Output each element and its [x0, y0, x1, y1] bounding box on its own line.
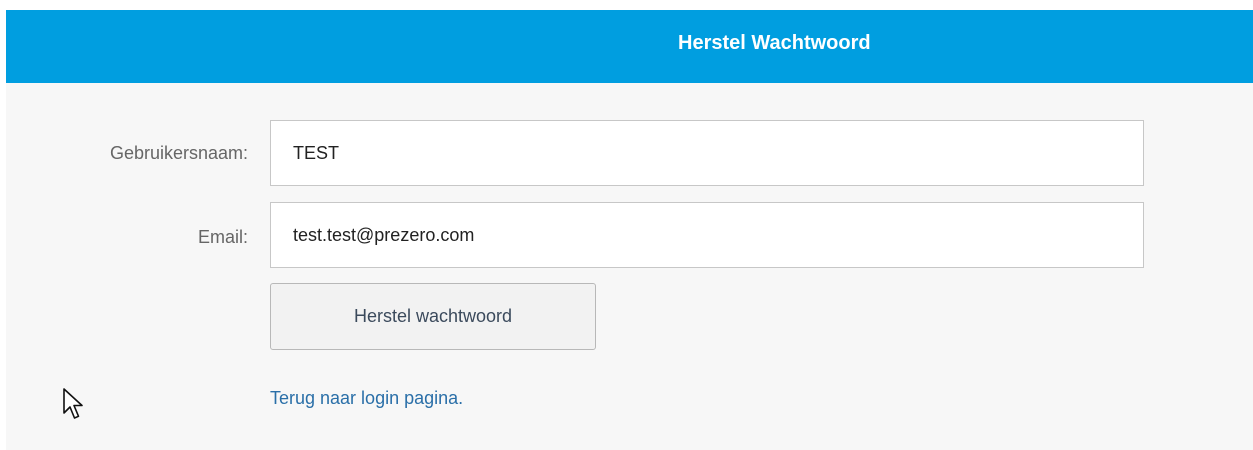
email-input[interactable]	[270, 202, 1144, 268]
username-label: Gebruikersnaam:	[109, 143, 248, 163]
page-header: Herstel Wachtwoord	[6, 10, 1253, 83]
email-label: Email:	[197, 227, 248, 247]
back-to-login-link[interactable]: Terug naar login pagina.	[270, 388, 463, 409]
username-input[interactable]	[270, 120, 1144, 186]
mouse-pointer-icon	[63, 388, 83, 419]
password-reset-page: Herstel Wachtwoord Gebruikersnaam: Email…	[6, 10, 1253, 450]
reset-password-button[interactable]: Herstel wachtwoord	[270, 283, 596, 350]
page-title: Herstel Wachtwoord	[678, 32, 871, 54]
